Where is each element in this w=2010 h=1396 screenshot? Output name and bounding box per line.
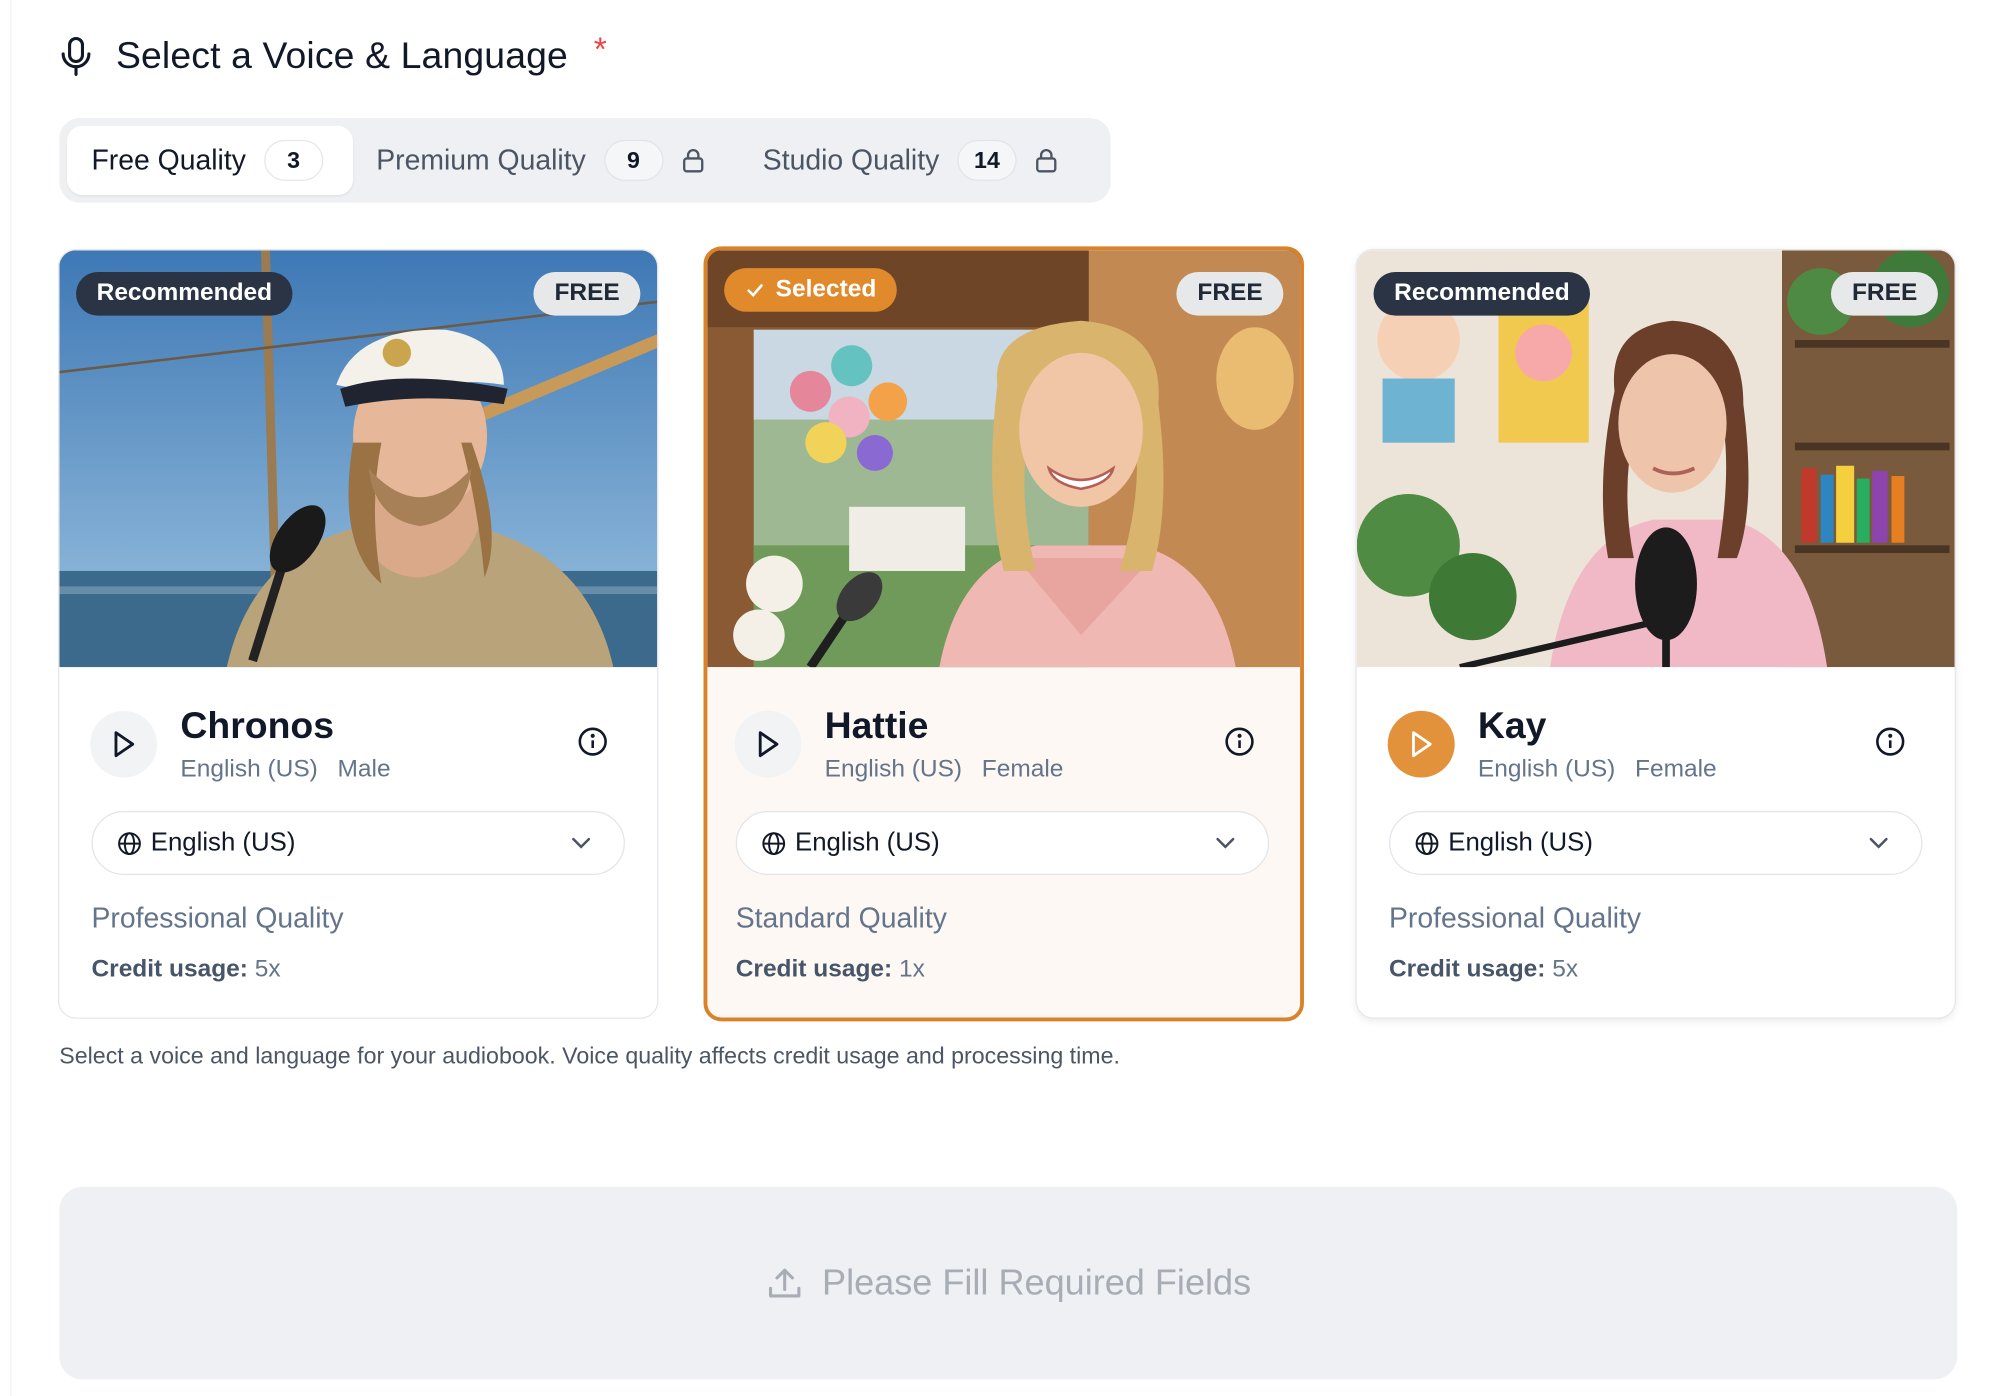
helper-text: Select a voice and language for your aud… [59,1043,1120,1069]
tab-count-badge: 9 [603,139,664,181]
chevron-down-icon [1214,831,1237,854]
info-icon[interactable] [1875,726,1906,757]
free-badge: FREE [1176,272,1284,316]
selected-badge: Selected [724,268,897,312]
credit-usage-label: Credit usage: [1389,955,1546,983]
play-preview-button[interactable] [90,710,158,778]
lock-icon [1035,148,1058,174]
credit-usage-value: 5x [1552,955,1579,983]
language-select[interactable]: English (US) [91,810,625,876]
tab-count-badge: 3 [263,139,324,181]
play-icon [758,731,779,758]
tab-free-quality[interactable]: Free Quality 3 [67,125,354,196]
voice-card-kay[interactable]: Recommended FREE Kay English (US) Female… [1355,248,1956,1019]
tab-label: Premium Quality [376,143,586,176]
page-edge-divider [10,0,12,1396]
quality-label: Professional Quality [1389,902,1642,935]
free-badge: FREE [533,272,641,316]
recommended-badge: Recommended [1373,272,1591,316]
chevron-down-icon [570,831,593,854]
info-icon[interactable] [1224,726,1255,757]
section-header: Select a Voice & Language * [59,29,607,79]
voice-meta: English (US) Male [180,756,390,784]
voice-card-hattie[interactable]: Selected FREE Hattie English (US) Female… [703,246,1304,1022]
tab-count-badge: 14 [957,139,1017,181]
lock-icon [681,148,704,174]
tab-premium-quality[interactable]: Premium Quality 9 [376,126,704,195]
submit-button-label: Please Fill Required Fields [822,1262,1252,1303]
upload-icon [765,1264,804,1302]
quality-label: Professional Quality [91,902,344,935]
play-icon [114,731,135,758]
play-preview-button[interactable] [734,710,802,778]
tab-label: Free Quality [91,143,246,176]
voice-name: Hattie [824,705,929,747]
voice-gender: Female [1635,755,1717,783]
credit-usage: Credit usage: 5x [91,956,280,984]
credit-usage-label: Credit usage: [735,955,893,983]
credit-usage-value: 5x [254,955,281,983]
selected-badge-label: Selected [775,275,877,303]
chevron-down-icon [1867,831,1890,854]
play-preview-button[interactable] [1387,710,1455,778]
voice-card-chronos[interactable]: Recommended FREE Chronos English (US) Ma… [57,248,659,1019]
language-select-value: English (US) [150,828,296,857]
play-icon [1412,731,1432,758]
submit-button[interactable]: Please Fill Required Fields [59,1186,1958,1380]
credit-usage: Credit usage: 1x [736,956,925,984]
voice-meta: English (US) Female [1478,756,1717,784]
voice-language: English (US) [824,755,963,783]
check-icon [745,280,766,301]
section-title: Select a Voice & Language [115,35,568,77]
globe-icon [1415,831,1439,855]
credit-usage: Credit usage: 5x [1389,956,1578,984]
voice-gender: Female [981,755,1064,783]
info-icon[interactable] [577,726,608,757]
voice-language: English (US) [180,755,318,783]
credit-usage-label: Credit usage: [91,955,248,983]
quality-tabs: Free Quality 3 Premium Quality 9 Studio … [59,118,1111,203]
voice-name: Chronos [180,705,335,747]
voice-name: Kay [1477,705,1547,747]
recommended-badge: Recommended [76,272,293,316]
microphone-icon [59,33,98,79]
language-select[interactable]: English (US) [1389,810,1923,876]
voice-meta: English (US) Female [825,756,1064,784]
language-select-value: English (US) [795,828,940,857]
language-select[interactable]: English (US) [735,810,1270,876]
language-select-value: English (US) [1448,828,1593,857]
required-marker: * [593,28,607,68]
free-badge: FREE [1831,272,1938,316]
tab-label: Studio Quality [762,143,940,176]
credit-usage-value: 1x [898,955,925,983]
globe-icon [762,831,786,855]
quality-label: Standard Quality [735,902,947,935]
voice-gender: Male [337,755,391,783]
globe-icon [117,831,141,855]
tab-studio-quality[interactable]: Studio Quality 14 [763,126,1058,195]
voice-language: English (US) [1477,755,1616,783]
